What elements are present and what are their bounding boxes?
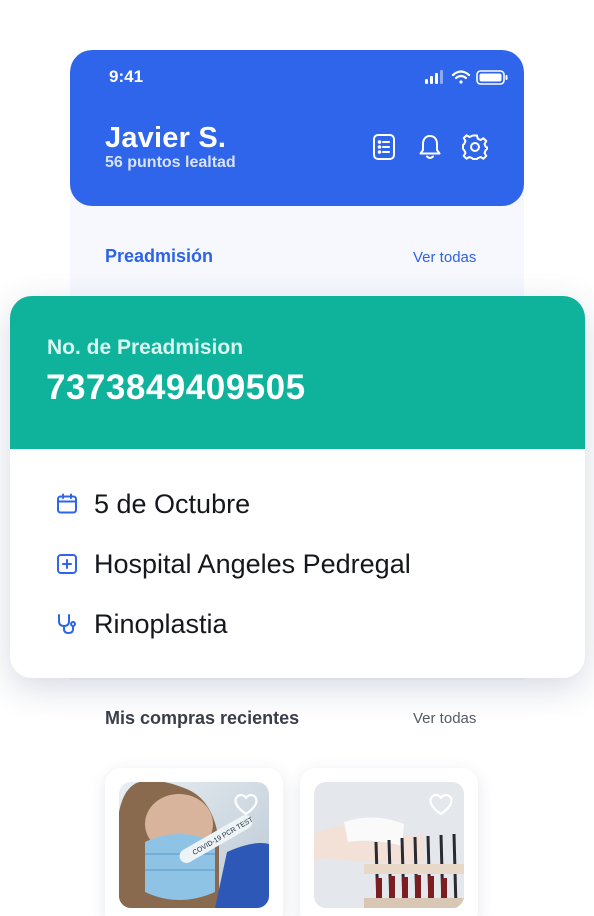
preadmission-number: 7373849409505 [46,368,306,407]
loyalty-points: 56 puntos lealtad [105,154,236,171]
product-image-blood-tubes [314,782,464,908]
preadmission-procedure: Rinoplastia [94,609,228,639]
favorite-heart-icon[interactable] [428,792,454,818]
recent-purchases-section: Mis compras recientes Ver todas COVID-19… [70,680,524,916]
product-card[interactable] [300,768,478,916]
hospital-plus-icon [57,554,77,574]
recent-purchases-see-all-link[interactable]: Ver todas [413,710,476,727]
status-time: 9:41 [109,67,144,86]
status-icons [425,70,508,85]
user-name: Javier S. [105,122,227,154]
preadmission-card[interactable]: No. de Preadmision 7373849409505 5 de Oc… [10,296,585,678]
preadmission-date: 5 de Octubre [94,489,251,519]
product-card[interactable]: COVID-19 PCR TEST [105,768,283,916]
bell-icon[interactable] [416,133,444,161]
app-header: 9:41 Javier S. 56 puntos lealtad [70,50,524,206]
recent-purchases-title: Mis compras recientes [105,708,300,728]
preadmission-hospital: Hospital Angeles Pedregal [94,549,411,579]
preadmission-card-header: No. de Preadmision 7373849409505 [10,296,585,449]
preadmission-title: Preadmisión [105,246,214,266]
calendar-icon [57,493,77,514]
preadmission-see-all-link[interactable]: Ver todas [413,249,476,266]
stethoscope-icon [58,614,76,634]
preadmission-number-label: No. de Preadmision [47,336,244,359]
gear-icon[interactable] [461,133,489,161]
product-image-pcr-test: COVID-19 PCR TEST [119,782,269,908]
favorite-heart-icon[interactable] [233,792,259,818]
wifi-icon [451,70,471,84]
battery-icon [476,70,508,85]
list-icon[interactable] [370,133,398,161]
signal-icon [425,70,443,84]
